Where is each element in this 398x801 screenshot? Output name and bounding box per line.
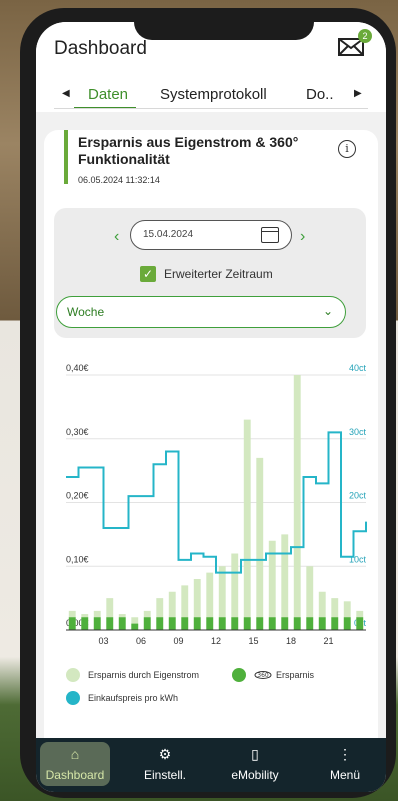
card-accent-bar [64,130,68,184]
period-select[interactable]: Woche ⌄ [56,296,346,328]
more-vertical-icon: ⋮ [338,746,352,762]
card-timestamp: 06.05.2024 11:32:14 [78,175,160,185]
bar-360 [68,617,76,630]
home-icon: ⌂ [70,746,80,762]
y-left-tick-label: 0,20€ [66,491,89,501]
legend-label-price: Einkaufspreis pro kWh [88,693,179,703]
y-left-tick-label: 0,40€ [66,363,89,373]
tab-bar: ◀ Daten Systemprotokoll Do.. ▶ [36,82,386,109]
info-icon[interactable]: i [338,140,356,158]
y-right-tick-label: 20ct [349,491,367,501]
bar-360 [193,617,201,630]
legend-label-eigenstrom: Ersparnis durch Eigenstrom [88,670,200,680]
bar-eigenstrom [293,375,301,630]
filter-panel: ‹ 15.04.2024 › ✓ Erweiterter Zeitraum Wo… [54,208,366,338]
period-select-value: Woche [67,305,105,319]
bar-360 [331,617,339,630]
tab-daten[interactable]: Daten [88,86,128,103]
bar-360 [143,617,151,630]
card-title: Ersparnis aus Eigenstrom & 360° Funktion… [78,134,299,167]
nav-label-menu: Menü [329,768,361,782]
nav-emobility[interactable]: ▯ eMobility [220,742,290,786]
y-left-tick-label: 0,30€ [66,427,89,437]
tab-scroll-right-icon[interactable]: ▶ [354,88,362,99]
page-title: Dashboard [54,38,147,59]
legend-swatch-eigenstrom [66,668,80,682]
legend-swatch-360 [232,668,246,682]
savings-chart: 0,00€0ct0,10€10ct0,20€20ct0,30€30ct0,40€… [66,363,367,646]
bar-360 [243,617,251,630]
x-tick-label: 12 [211,636,221,646]
nav-menu[interactable]: ⋮ Menü [310,742,380,786]
savings-card: Ersparnis aus Eigenstrom & 360° Funktion… [44,130,378,760]
next-date-icon[interactable]: › [300,228,305,246]
tab-scroll-left-icon[interactable]: ◀ [62,88,70,99]
app-screen: Dashboard 2 ◀ Daten Systemprotokoll Do..… [36,22,386,792]
nav-label-dashboard: Dashboard [45,768,105,782]
x-tick-label: 06 [136,636,146,646]
charger-icon: ▯ [251,746,259,762]
bar-eigenstrom [281,534,289,630]
y-left-tick-label: 0,10€ [66,554,89,564]
bar-360 [131,623,139,630]
chevron-down-icon: ⌄ [323,304,334,318]
bar-360 [106,617,114,630]
nav-settings[interactable]: ⚙ Einstell. [130,742,200,786]
bar-eigenstrom [243,419,251,630]
360-icon: 360 [254,671,272,679]
y-right-tick-label: 30ct [349,427,367,437]
bar-360 [81,617,89,630]
nav-label-settings: Einstell. [143,768,187,782]
x-tick-label: 18 [286,636,296,646]
date-field[interactable]: 15.04.2024 [130,220,292,250]
legend-swatch-price [66,691,80,705]
bar-360 [231,617,239,630]
bar-360 [168,617,176,630]
previous-date-icon[interactable]: ‹ [114,228,119,246]
x-tick-label: 09 [173,636,183,646]
bar-360 [156,617,164,630]
tab-do[interactable]: Do.. [306,86,334,103]
bar-360 [306,617,314,630]
extended-range-label: Erweiterter Zeitraum [164,267,273,281]
bar-360 [268,617,276,630]
bar-360 [218,617,226,630]
bar-360 [93,617,101,630]
extended-range-checkbox[interactable]: ✓ [140,266,156,282]
x-tick-label: 21 [323,636,333,646]
phone-notch [134,8,314,40]
calendar-icon[interactable] [261,227,279,243]
bottom-nav: ⌂ Dashboard ⚙ Einstell. ▯ eMobility ⋮ Me… [36,738,386,792]
gears-icon: ⚙ [158,746,172,762]
x-tick-label: 03 [98,636,108,646]
bar-360 [181,617,189,630]
bar-360 [356,617,364,630]
bar-360 [281,617,289,630]
notification-badge: 2 [358,29,372,43]
tab-systemprotokoll[interactable]: Systemprotokoll [160,86,267,103]
x-tick-label: 15 [248,636,258,646]
bar-360 [206,617,214,630]
nav-label-emobility: eMobility [231,768,279,782]
legend-label-360: Ersparnis [276,670,315,680]
date-value: 15.04.2024 [143,229,194,240]
tab-divider [54,108,368,109]
bar-360 [118,617,126,630]
nav-dashboard[interactable]: ⌂ Dashboard [40,742,110,786]
bar-360 [343,617,351,630]
bar-360 [318,617,326,630]
bar-eigenstrom [256,457,264,630]
bar-360 [293,617,301,630]
svg-text:360: 360 [257,672,269,679]
bar-360 [256,617,264,630]
y-right-tick-label: 40ct [349,363,367,373]
